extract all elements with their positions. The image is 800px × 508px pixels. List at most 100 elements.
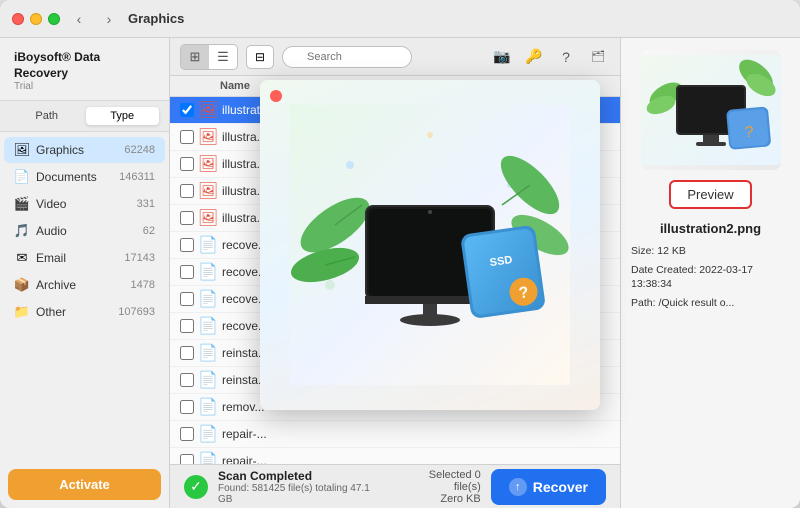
detail-path-label: Path: xyxy=(631,297,656,309)
search-input[interactable] xyxy=(282,46,412,68)
file-icon-2: 🖼 xyxy=(200,156,216,172)
file-icon-13: 📄 xyxy=(200,453,216,464)
scan-subtitle: Found: 581425 file(s) totaling 47.1 GB xyxy=(218,483,381,505)
file-icon-1: 🖼 xyxy=(200,129,216,145)
selected-files-text: Selected 0 file(s) xyxy=(401,469,480,493)
preview-button[interactable]: Preview xyxy=(669,180,751,209)
row-checkbox-13[interactable] xyxy=(180,454,194,464)
info-button[interactable]: 🔑 xyxy=(522,45,546,69)
row-checkbox-8[interactable] xyxy=(180,319,194,333)
sidebar-label-graphics: Graphics xyxy=(36,143,118,157)
sidebar-count-documents: 146311 xyxy=(119,171,155,183)
sidebar-item-video[interactable]: 🎬 Video 331 xyxy=(4,191,165,217)
sidebar-count-archive: 1478 xyxy=(131,279,155,291)
sidebar-item-audio[interactable]: 🎵 Audio 62 xyxy=(4,218,165,244)
sidebar-list: 🖼 Graphics 62248 📄 Documents 146311 🎬 Vi… xyxy=(0,132,169,461)
forward-button[interactable]: › xyxy=(98,8,120,30)
sidebar-item-documents[interactable]: 📄 Documents 146311 xyxy=(4,164,165,190)
file-name-13: repair-... xyxy=(222,454,370,464)
back-button[interactable]: ‹ xyxy=(68,8,90,30)
sidebar-label-video: Video xyxy=(36,197,131,211)
tab-path[interactable]: Path xyxy=(10,107,84,125)
table-row[interactable]: 📄 repair-... xyxy=(170,421,620,448)
documents-icon: 📄 xyxy=(14,169,30,185)
selected-info: Selected 0 file(s) Zero KB xyxy=(401,469,480,505)
row-checkbox-2[interactable] xyxy=(180,157,194,171)
titlebar: ‹ › Graphics xyxy=(0,0,800,38)
file-toolbar: ⊞ ☰ ⊟ 🔍 📷 🔑 ? 🗂 xyxy=(170,38,620,76)
preview-thumbnail: ? xyxy=(641,50,781,170)
detail-date-row: Date Created: 2022-03-17 13:38:34 xyxy=(631,263,790,292)
sidebar-item-archive[interactable]: 📦 Archive 1478 xyxy=(4,272,165,298)
table-row[interactable]: 📄 repair-... xyxy=(170,448,620,464)
help-button[interactable]: ? xyxy=(554,45,578,69)
recover-button[interactable]: ↑ Recover xyxy=(491,469,606,505)
file-icon-0: 🖼 xyxy=(200,102,216,118)
row-checkbox-11[interactable] xyxy=(180,400,194,414)
file-icon-3: 🖼 xyxy=(200,183,216,199)
tab-type[interactable]: Type xyxy=(86,107,160,125)
row-checkbox-5[interactable] xyxy=(180,238,194,252)
selected-size-text: Zero KB xyxy=(401,493,480,505)
close-button[interactable] xyxy=(12,13,24,25)
sidebar-item-graphics[interactable]: 🖼 Graphics 62248 xyxy=(4,137,165,163)
row-checkbox-4[interactable] xyxy=(180,211,194,225)
recover-icon: ↑ xyxy=(509,478,527,496)
app-name: iBoysoft® Data Recovery xyxy=(14,50,155,81)
sidebar-item-email[interactable]: ✉ Email 17143 xyxy=(4,245,165,271)
preview-image: ? xyxy=(641,55,781,165)
file-name-12: repair-... xyxy=(222,427,370,441)
detail-path-row: Path: /Quick result o... xyxy=(631,296,790,311)
video-icon: 🎬 xyxy=(14,196,30,212)
row-checkbox-1[interactable] xyxy=(180,130,194,144)
row-checkbox-3[interactable] xyxy=(180,184,194,198)
popup-close-button[interactable] xyxy=(270,90,282,102)
search-wrapper: 🔍 xyxy=(282,46,412,68)
row-checkbox-7[interactable] xyxy=(180,292,194,306)
popup-illustration: SSD ? xyxy=(290,105,570,385)
row-checkbox-10[interactable] xyxy=(180,373,194,387)
sidebar-label-archive: Archive xyxy=(36,278,125,292)
row-checkbox-6[interactable] xyxy=(180,265,194,279)
sidebar-label-other: Other xyxy=(36,305,112,319)
filter-button[interactable]: ⊟ xyxy=(246,45,274,69)
view-list-button[interactable]: ☰ xyxy=(209,45,237,69)
traffic-lights xyxy=(12,13,60,25)
sidebar-label-email: Email xyxy=(36,251,118,265)
row-checkbox-12[interactable] xyxy=(180,427,194,441)
row-checkbox-9[interactable] xyxy=(180,346,194,360)
archive-icon: 📦 xyxy=(14,277,30,293)
file-icon-9: 📄 xyxy=(200,345,216,361)
view-grid-button[interactable]: ⊞ xyxy=(181,45,209,69)
detail-filename: illustration2.png xyxy=(660,221,761,236)
row-checkbox-0[interactable] xyxy=(180,103,194,117)
folder-button[interactable]: 🗂 xyxy=(586,45,610,69)
maximize-button[interactable] xyxy=(48,13,60,25)
scan-complete-icon: ✓ xyxy=(184,475,208,499)
recover-label: Recover xyxy=(533,479,588,495)
sidebar-label-audio: Audio xyxy=(36,224,137,238)
file-icon-7: 📄 xyxy=(200,291,216,307)
file-icon-8: 📄 xyxy=(200,318,216,334)
camera-button[interactable]: 📷 xyxy=(490,45,514,69)
sidebar: iBoysoft® Data Recovery Trial Path Type … xyxy=(0,38,170,508)
sidebar-count-email: 17143 xyxy=(124,252,155,264)
minimize-button[interactable] xyxy=(30,13,42,25)
file-icon-10: 📄 xyxy=(200,372,216,388)
file-icon-11: 📄 xyxy=(200,399,216,415)
breadcrumb: Graphics xyxy=(128,11,454,26)
scan-title: Scan Completed xyxy=(218,469,381,483)
file-icon-5: 📄 xyxy=(200,237,216,253)
scan-text: Scan Completed Found: 581425 file(s) tot… xyxy=(218,469,381,505)
sidebar-item-other[interactable]: 📁 Other 107693 xyxy=(4,299,165,325)
graphics-icon: 🖼 xyxy=(14,142,30,158)
sidebar-label-documents: Documents xyxy=(36,170,113,184)
detail-size-label: Size: xyxy=(631,245,654,257)
activate-button[interactable]: Activate xyxy=(8,469,161,500)
sidebar-count-graphics: 62248 xyxy=(124,144,155,156)
sidebar-header: iBoysoft® Data Recovery Trial xyxy=(0,38,169,101)
app-trial-label: Trial xyxy=(14,81,155,92)
view-toggle: ⊞ ☰ xyxy=(180,44,238,70)
email-icon: ✉ xyxy=(14,250,30,266)
detail-size-value: 12 KB xyxy=(657,245,686,257)
